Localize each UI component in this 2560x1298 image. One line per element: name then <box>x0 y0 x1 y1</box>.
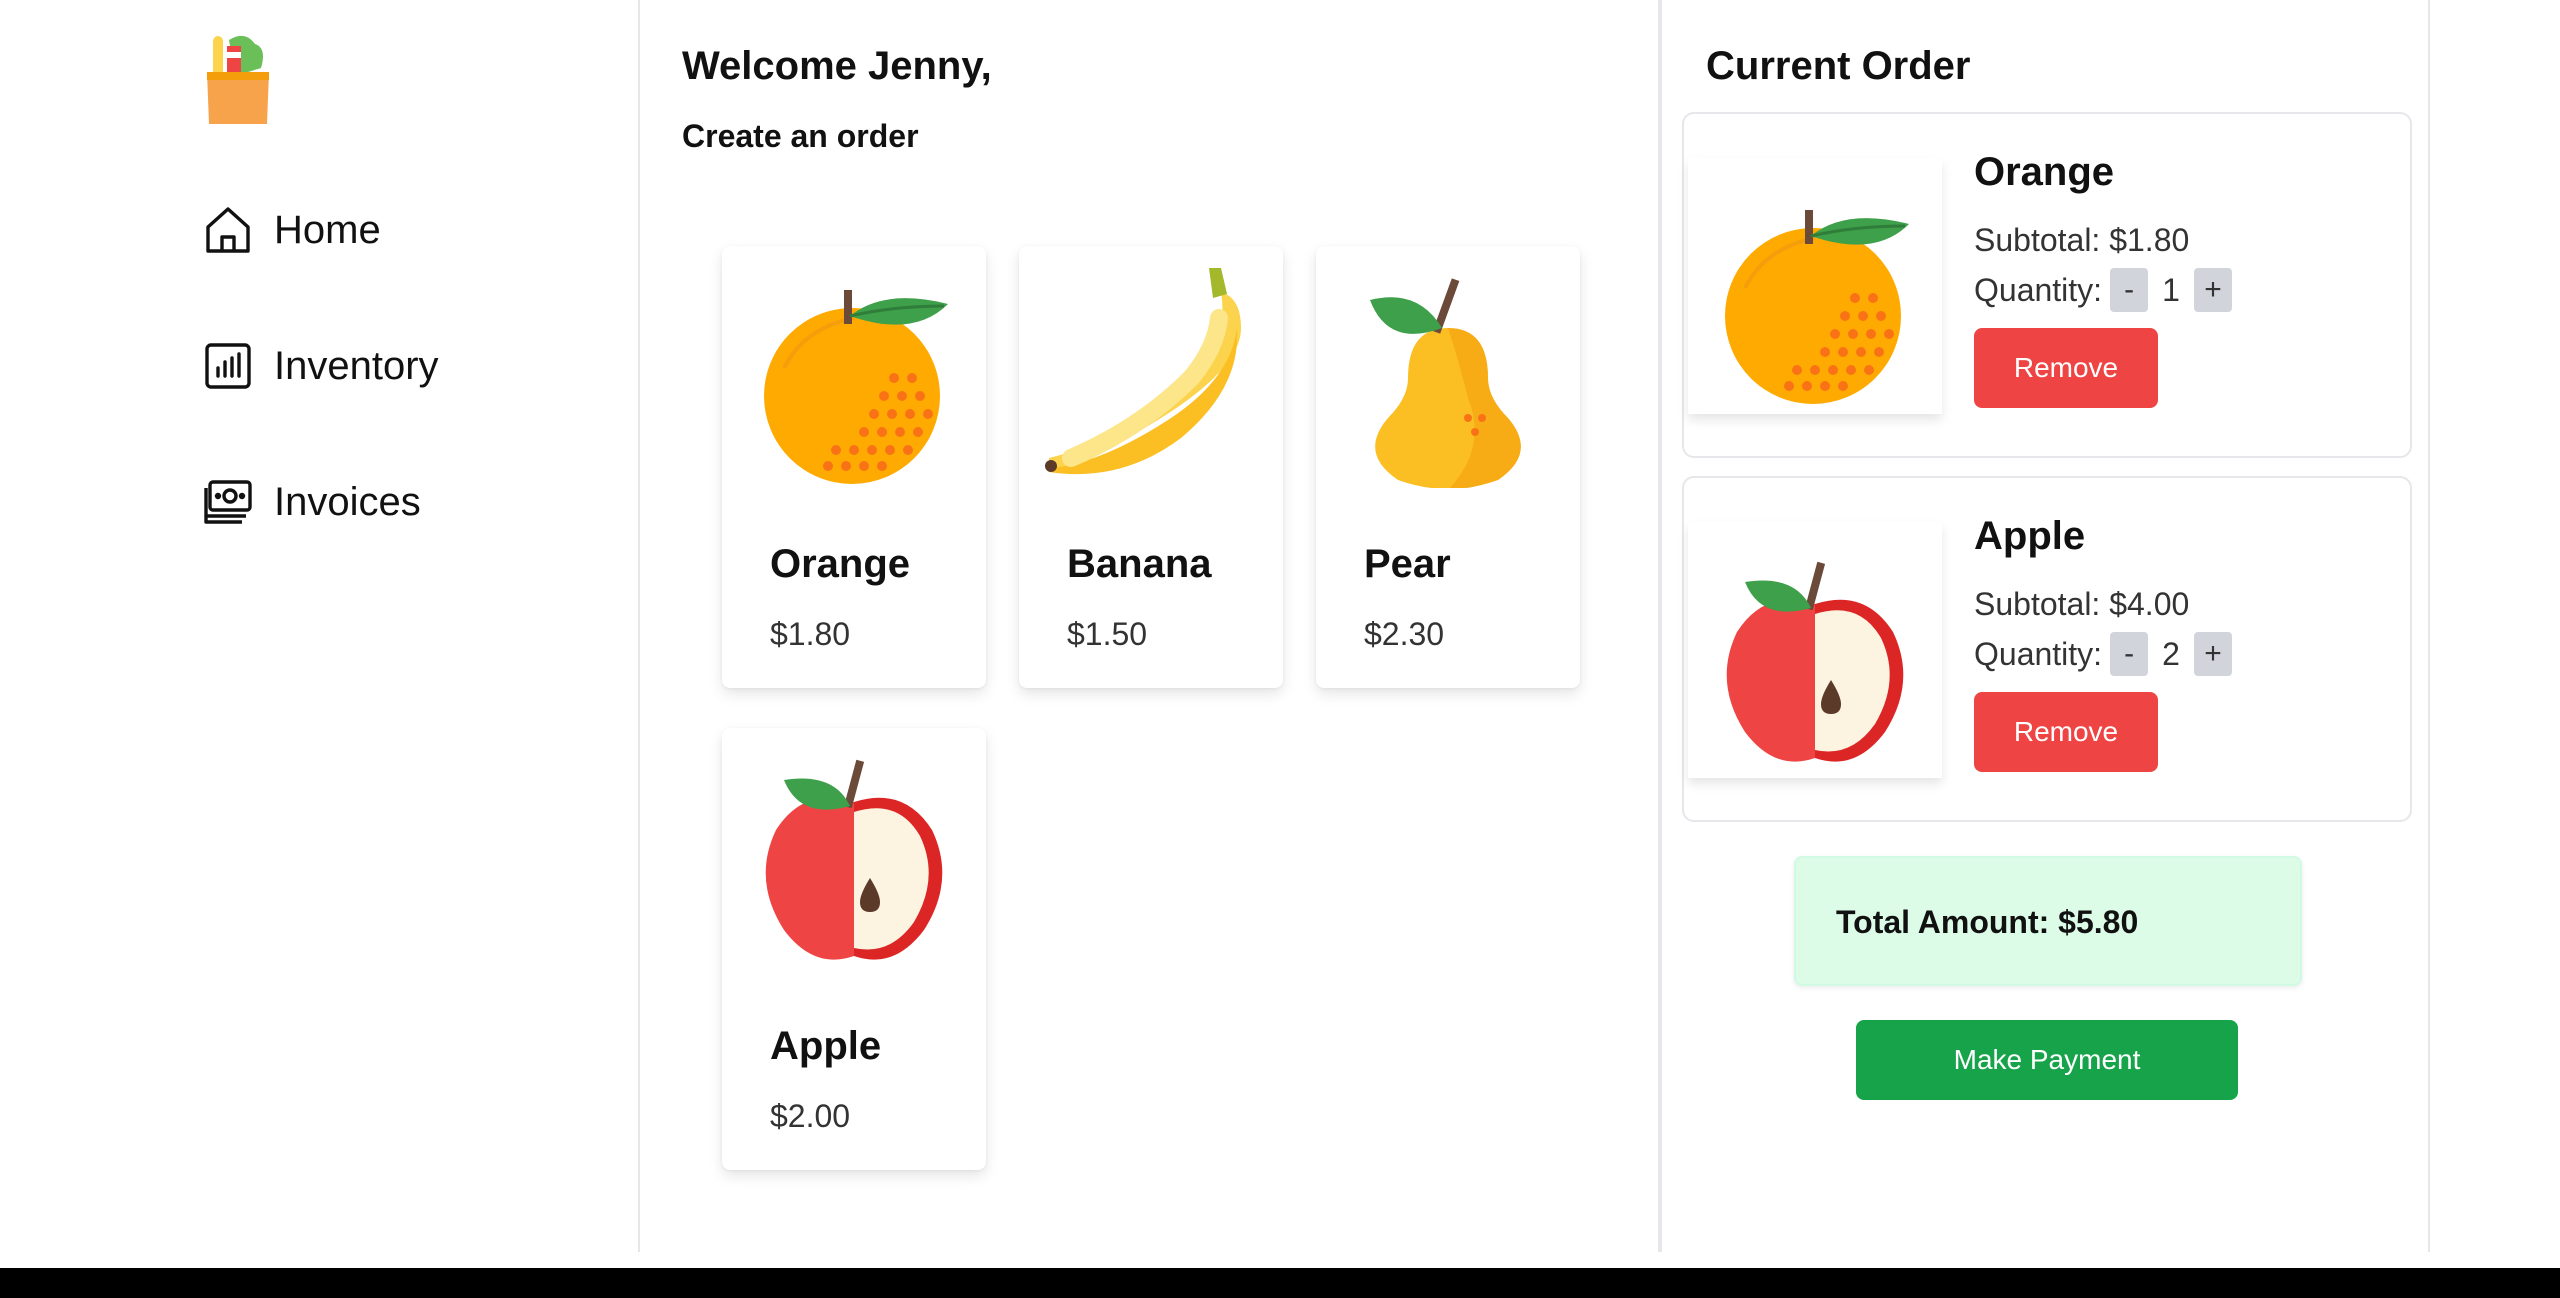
increase-quantity-button[interactable]: + <box>2194 632 2233 676</box>
main-content: Welcome Jenny, Create an order Orange $1… <box>642 0 1662 1252</box>
quantity-stepper: Quantity: - 2 + <box>1974 630 2233 678</box>
order-item-apple: Apple Subtotal: $4.00 Quantity: - 2 + Re… <box>1682 476 2412 822</box>
remove-button[interactable]: Remove <box>1974 692 2158 772</box>
total-amount-box: Total Amount: $5.80 <box>1794 856 2302 986</box>
quantity-stepper: Quantity: - 1 + <box>1974 266 2233 314</box>
decrease-quantity-button[interactable]: - <box>2110 632 2149 676</box>
orange-icon <box>744 268 964 488</box>
product-card-apple[interactable]: Apple $2.00 <box>722 728 986 1170</box>
product-card-banana[interactable]: Banana $1.50 <box>1019 246 1283 688</box>
product-name: Banana <box>1067 542 1212 586</box>
product-name: Orange <box>770 542 911 586</box>
product-price: $1.50 <box>1067 616 1148 652</box>
quantity-value: 1 <box>2162 271 2180 308</box>
apple-icon <box>1705 552 1925 772</box>
order-item-thumbnail <box>1688 522 1942 778</box>
decrease-quantity-button[interactable]: - <box>2110 268 2149 312</box>
order-item-orange: Orange Subtotal: $1.80 Quantity: - 1 + R… <box>1682 112 2412 458</box>
money-icon <box>202 476 254 528</box>
product-price: $2.00 <box>770 1098 851 1134</box>
pear-icon <box>1338 268 1558 488</box>
product-card-orange[interactable]: Orange $1.80 <box>722 246 986 688</box>
product-card-pear[interactable]: Pear $2.30 <box>1316 246 1580 688</box>
make-payment-button[interactable]: Make Payment <box>1856 1020 2238 1100</box>
sidebar-item-invoices[interactable]: Invoices <box>202 472 421 532</box>
bottom-bar <box>0 1268 2560 1298</box>
product-name: Apple <box>770 1024 882 1068</box>
quantity-value: 2 <box>2162 635 2180 672</box>
remove-button[interactable]: Remove <box>1974 328 2158 408</box>
current-order-panel: Current Order Orange Subtotal: $1.80 Qua… <box>1662 0 2430 1252</box>
sidebar-item-label: Invoices <box>274 479 421 524</box>
quantity-label: Quantity: <box>1974 635 2103 672</box>
product-price: $2.30 <box>1364 616 1445 652</box>
sidebar-item-inventory[interactable]: Inventory <box>202 336 439 396</box>
order-item-thumbnail <box>1688 158 1942 414</box>
app-root: Home Inventory Invoices Welcome Jenny, C… <box>0 0 2560 1252</box>
order-item-name: Orange <box>1974 150 2115 194</box>
chart-icon <box>202 340 254 392</box>
welcome-heading: Welcome Jenny, <box>682 44 992 88</box>
sidebar-item-home[interactable]: Home <box>202 200 381 260</box>
home-icon <box>202 204 254 256</box>
sidebar-item-label: Inventory <box>274 343 439 388</box>
grocery-bag-icon[interactable] <box>205 32 271 126</box>
product-price: $1.80 <box>770 616 851 652</box>
orange-icon <box>1705 188 1925 408</box>
increase-quantity-button[interactable]: + <box>2194 268 2233 312</box>
total-amount: Total Amount: $5.80 <box>1836 904 2139 940</box>
banana-icon <box>1041 268 1261 488</box>
sidebar: Home Inventory Invoices <box>0 0 640 1252</box>
order-item-subtotal: Subtotal: $1.80 <box>1974 222 2190 258</box>
page-subtitle: Create an order <box>682 118 919 154</box>
apple-icon <box>744 750 964 970</box>
order-item-subtotal: Subtotal: $4.00 <box>1974 586 2190 622</box>
product-name: Pear <box>1364 542 1451 586</box>
order-item-name: Apple <box>1974 514 2086 558</box>
order-title: Current Order <box>1706 44 1971 88</box>
sidebar-item-label: Home <box>274 207 381 252</box>
quantity-label: Quantity: <box>1974 271 2103 308</box>
